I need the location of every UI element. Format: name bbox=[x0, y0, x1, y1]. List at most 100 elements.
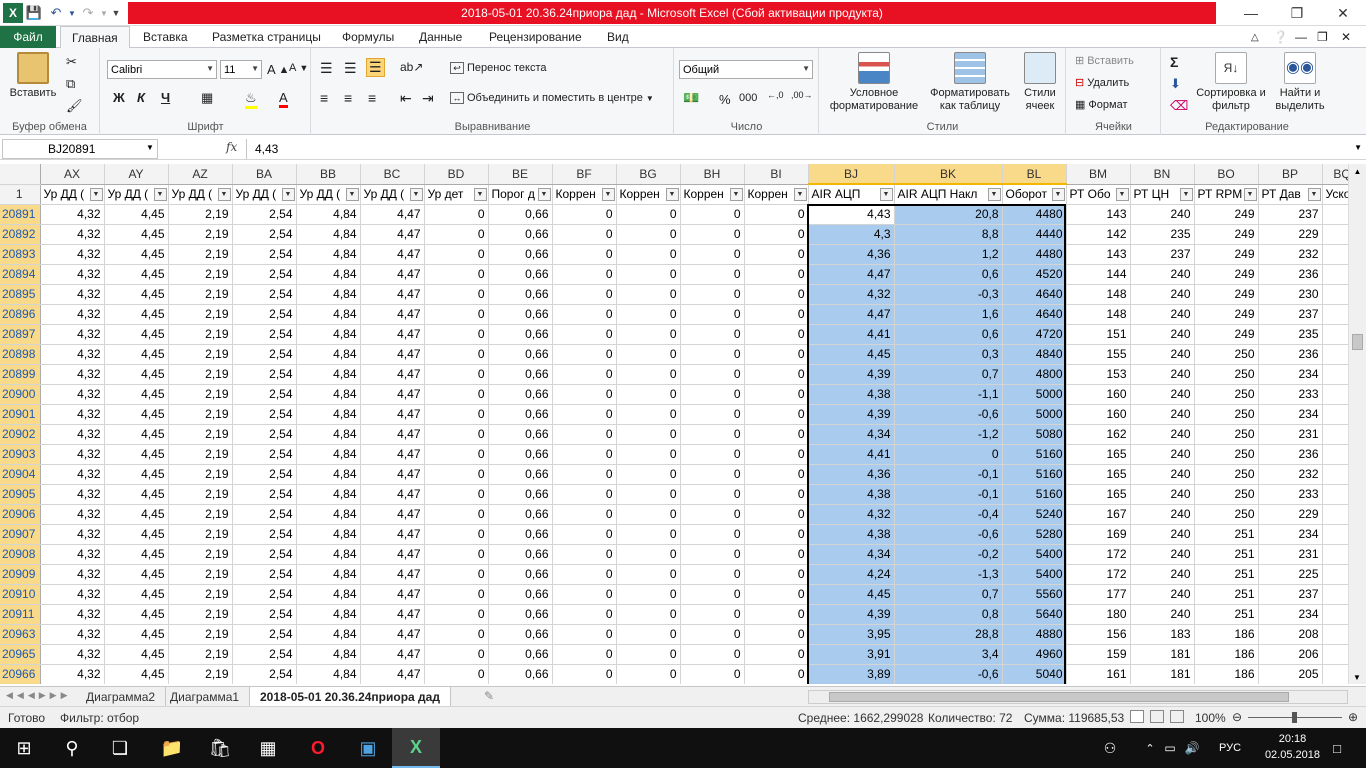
cell[interactable]: 0 bbox=[680, 484, 745, 505]
header-cell[interactable]: Ур ДД (▼ bbox=[232, 184, 297, 205]
cell[interactable] bbox=[1322, 424, 1348, 445]
cell[interactable]: 4,32 bbox=[40, 644, 105, 665]
column-header[interactable]: BK bbox=[894, 164, 1003, 185]
cell[interactable]: 4,32 bbox=[40, 564, 105, 585]
increase-indent-icon[interactable]: ⇥ bbox=[422, 90, 434, 107]
paste-button[interactable]: Вставить bbox=[6, 52, 60, 100]
cell[interactable]: 4,32 bbox=[40, 304, 105, 325]
increase-decimal-icon[interactable]: ←,0 bbox=[767, 90, 784, 100]
cell[interactable]: 0 bbox=[552, 404, 617, 425]
tab-review[interactable]: Рецензирование bbox=[478, 26, 593, 48]
cell[interactable]: 5080 bbox=[1002, 424, 1067, 445]
column-header[interactable]: BA bbox=[232, 164, 297, 185]
cell[interactable] bbox=[1322, 324, 1348, 345]
sheet-tab-active[interactable]: 2018-05-01 20.36.24приора дад bbox=[250, 687, 451, 706]
save-icon[interactable]: 💾 bbox=[23, 2, 45, 24]
cell[interactable]: 0 bbox=[744, 304, 809, 325]
cell[interactable] bbox=[1322, 204, 1348, 225]
tab-insert[interactable]: Вставка bbox=[132, 26, 199, 48]
cell[interactable] bbox=[1322, 264, 1348, 285]
column-header[interactable]: BB bbox=[296, 164, 361, 185]
cell[interactable]: 4,32 bbox=[808, 504, 895, 525]
cell[interactable]: 4,45 bbox=[104, 604, 169, 625]
cell[interactable]: 0 bbox=[424, 364, 489, 385]
volume-icon[interactable]: 🔊 bbox=[1182, 728, 1202, 768]
cell[interactable]: 5560 bbox=[1002, 584, 1067, 605]
cell[interactable]: 0 bbox=[616, 424, 681, 445]
cell[interactable]: 0,66 bbox=[488, 384, 553, 405]
cell[interactable]: 0 bbox=[744, 664, 809, 684]
cell[interactable]: 4,32 bbox=[40, 544, 105, 565]
column-header[interactable]: BM bbox=[1066, 164, 1131, 185]
cell[interactable]: 3,91 bbox=[808, 644, 895, 665]
cell[interactable]: 0 bbox=[744, 524, 809, 545]
cell[interactable]: 2,54 bbox=[232, 504, 297, 525]
cell[interactable]: 4,32 bbox=[40, 504, 105, 525]
cell[interactable]: 251 bbox=[1194, 564, 1259, 585]
cell[interactable] bbox=[1322, 464, 1348, 485]
cell[interactable]: -0,6 bbox=[894, 524, 1003, 545]
cell[interactable]: 240 bbox=[1130, 444, 1195, 465]
cell[interactable]: 4,32 bbox=[40, 444, 105, 465]
cell[interactable]: 229 bbox=[1258, 224, 1323, 245]
cell[interactable]: 0,66 bbox=[488, 404, 553, 425]
header-cell[interactable]: Коррен ▼ bbox=[744, 184, 809, 205]
cell[interactable]: 3,4 bbox=[894, 644, 1003, 665]
cell[interactable]: 4,84 bbox=[296, 324, 361, 345]
cell[interactable]: 0 bbox=[616, 544, 681, 565]
cell[interactable]: 235 bbox=[1130, 224, 1195, 245]
cell[interactable] bbox=[1322, 344, 1348, 365]
cell[interactable]: 0 bbox=[552, 624, 617, 645]
cell[interactable]: 0 bbox=[616, 304, 681, 325]
cell[interactable]: 0 bbox=[616, 584, 681, 605]
tab-file[interactable]: Файл bbox=[0, 26, 56, 48]
cell[interactable]: 2,19 bbox=[168, 524, 233, 545]
row-header[interactable]: 20902 bbox=[0, 424, 41, 445]
column-header[interactable]: AX bbox=[40, 164, 105, 185]
cell[interactable]: 4,84 bbox=[296, 264, 361, 285]
cell[interactable]: 205 bbox=[1258, 664, 1323, 684]
cell[interactable]: -0,1 bbox=[894, 484, 1003, 505]
cell[interactable]: 0 bbox=[680, 664, 745, 684]
cell[interactable]: 172 bbox=[1066, 564, 1131, 585]
header-cell[interactable]: AIR АЦП Накл ▼ bbox=[894, 184, 1003, 205]
row-header[interactable]: 20893 bbox=[0, 244, 41, 265]
cell[interactable]: 0 bbox=[744, 624, 809, 645]
cell[interactable]: 4,45 bbox=[104, 284, 169, 305]
row-header[interactable]: 20909 bbox=[0, 564, 41, 585]
cell[interactable]: 160 bbox=[1066, 384, 1131, 405]
cell[interactable]: 4,32 bbox=[40, 244, 105, 265]
align-bottom-icon[interactable]: ☰ bbox=[366, 58, 385, 77]
cell[interactable]: 0 bbox=[424, 464, 489, 485]
cell[interactable]: 0 bbox=[552, 324, 617, 345]
cell[interactable]: 2,19 bbox=[168, 584, 233, 605]
cell[interactable]: 4,47 bbox=[360, 624, 425, 645]
cell[interactable]: 4,45 bbox=[104, 624, 169, 645]
cell[interactable]: 206 bbox=[1258, 644, 1323, 665]
cell[interactable]: 144 bbox=[1066, 264, 1131, 285]
cell[interactable]: 4,45 bbox=[104, 204, 169, 225]
cell[interactable]: 0 bbox=[680, 224, 745, 245]
cell[interactable]: -0,2 bbox=[894, 544, 1003, 565]
column-header[interactable]: BP bbox=[1258, 164, 1323, 185]
tab-home[interactable]: Главная bbox=[60, 26, 130, 49]
cell[interactable]: 230 bbox=[1258, 284, 1323, 305]
cell[interactable] bbox=[1322, 584, 1348, 605]
cell[interactable]: 0,66 bbox=[488, 564, 553, 585]
column-header[interactable]: BE bbox=[488, 164, 553, 185]
cell[interactable]: 4,84 bbox=[296, 424, 361, 445]
cell[interactable]: 0 bbox=[552, 284, 617, 305]
cell[interactable]: 0 bbox=[744, 644, 809, 665]
cell[interactable]: 240 bbox=[1130, 324, 1195, 345]
cell[interactable]: 4,84 bbox=[296, 624, 361, 645]
header-cell[interactable]: Ур ДД (▼ bbox=[360, 184, 425, 205]
cell[interactable]: 4,32 bbox=[40, 524, 105, 545]
row-header[interactable]: 20965 bbox=[0, 644, 41, 665]
cell[interactable]: 0,66 bbox=[488, 504, 553, 525]
cell[interactable]: 240 bbox=[1130, 484, 1195, 505]
cell[interactable]: 4,47 bbox=[360, 224, 425, 245]
cell[interactable]: -1,1 bbox=[894, 384, 1003, 405]
cell[interactable]: 231 bbox=[1258, 544, 1323, 565]
column-header[interactable]: BF bbox=[552, 164, 617, 185]
cell[interactable]: 180 bbox=[1066, 604, 1131, 625]
